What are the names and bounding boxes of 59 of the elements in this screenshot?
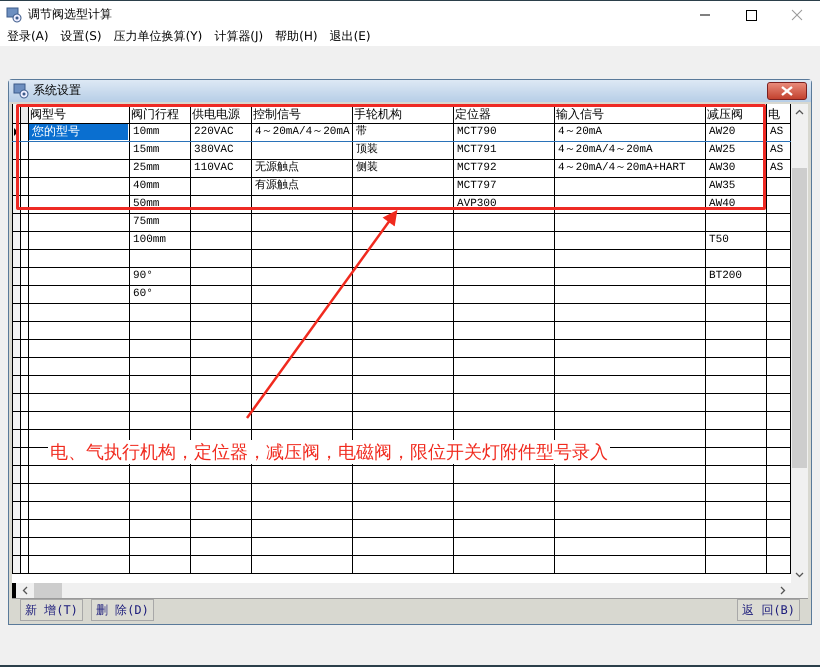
action-button[interactable]: 删 除(D): [90, 599, 154, 621]
table-cell-text: 380VAC: [193, 143, 235, 158]
table-cell-text: AW25: [708, 143, 736, 158]
column-header: 电: [766, 104, 790, 124]
table-cell-text: MCT790: [456, 125, 498, 140]
table-cell[interactable]: 您的型号: [30, 124, 128, 140]
annotation-text: 电、气执行机构，定位器，减压阀，电磁阀，限位开关灯附件型号录入: [48, 440, 610, 464]
table-cell-text: MCT792: [456, 161, 498, 176]
table-cell-text: 4～20mA: [557, 125, 604, 140]
scroll-marker: [12, 583, 16, 598]
table-cell-text: AW20: [708, 125, 736, 140]
table-cell-text: 220VAC: [193, 125, 235, 140]
app-icon: [13, 82, 29, 99]
table-cell-text: 75mm: [132, 215, 160, 230]
scroll-thumb[interactable]: [34, 583, 62, 598]
table-cell-text: 顶装: [355, 142, 379, 158]
table-cell-text: 4～20mA/4～20mA: [557, 143, 654, 158]
table-cell-text: 侧装: [355, 160, 379, 176]
menu-item[interactable]: 压力单位换算(Y): [108, 28, 208, 45]
table-cell-text: MCT791: [456, 143, 498, 158]
table-cell-text: 60°: [132, 287, 154, 302]
table-cell-text: AW40: [708, 197, 736, 212]
table-cell-text: 4～20mA/4～20mA: [254, 125, 351, 140]
scroll-thumb[interactable]: [792, 168, 808, 468]
table-cell-text: AS: [769, 143, 784, 158]
close-button[interactable]: [767, 82, 807, 100]
window-title: 调节阀选型计算: [28, 6, 112, 23]
table-cell-text: 15mm: [132, 143, 160, 158]
app-icon: [6, 6, 22, 22]
menu-item[interactable]: 退出(E): [324, 28, 376, 45]
table-cell-text: T50: [708, 233, 730, 248]
table-cell-text: 90°: [132, 269, 154, 284]
table-cell-text: 有源触点: [254, 178, 300, 194]
table-cell-text: 25mm: [132, 161, 160, 176]
table-cell-text: AS: [769, 161, 784, 176]
table-cell-text: 110VAC: [193, 161, 235, 176]
table-cell-text: 带: [355, 124, 368, 140]
table-cell-text: BT200: [708, 269, 744, 284]
menu-item[interactable]: 设置(S): [56, 28, 107, 45]
table-cell-text: 100mm: [132, 233, 168, 248]
table-cell-text: AW30: [708, 161, 736, 176]
table-cell-text: 无源触点: [254, 160, 300, 176]
table-cell-text: MCT797: [456, 179, 498, 194]
menu-item[interactable]: 帮助(H): [270, 28, 323, 45]
table-cell-text: 50mm: [132, 197, 160, 212]
action-button[interactable]: 返 回(B): [737, 599, 800, 621]
menu-item[interactable]: 登录(A): [2, 28, 54, 45]
table-cell-text: AW35: [708, 179, 736, 194]
menu-item[interactable]: 计算器(J): [209, 28, 268, 45]
table-cell-text: AS: [769, 125, 784, 140]
dialog-title: 系统设置: [33, 82, 81, 100]
close-icon: [781, 86, 793, 96]
table-cell-text: 4～20mA/4～20mA+HART: [557, 161, 687, 176]
action-button[interactable]: 新 增(T): [20, 599, 83, 621]
table-cell-text: AVP300: [456, 197, 498, 212]
table-cell-text: 40mm: [132, 179, 160, 194]
horizontal-scrollbar[interactable]: [12, 583, 808, 598]
vertical-scrollbar[interactable]: [791, 104, 808, 583]
table-cell-text: 10mm: [132, 125, 160, 140]
